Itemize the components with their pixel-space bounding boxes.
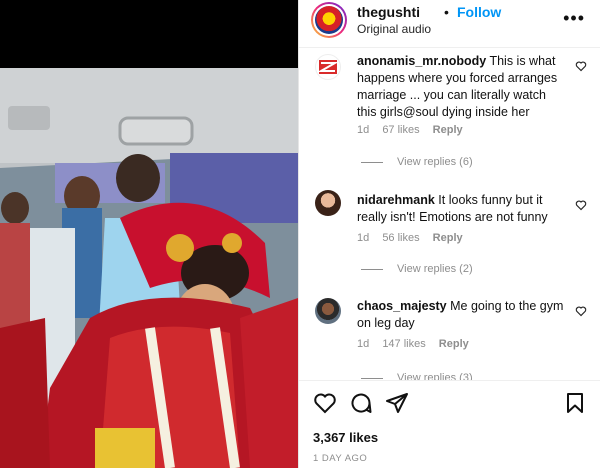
replies-divider xyxy=(361,161,383,163)
comment-username[interactable]: chaos_majesty xyxy=(357,299,447,313)
separator-dot: • xyxy=(444,4,449,20)
post-panel: thegushti • Follow Original audio ••• an… xyxy=(298,0,600,468)
commenter-avatar[interactable] xyxy=(315,298,341,324)
heart-icon[interactable] xyxy=(575,199,587,211)
view-replies-label: View replies (2) xyxy=(397,263,473,275)
comment-time: 1d xyxy=(357,232,370,244)
comment-time: 1d xyxy=(357,338,370,350)
post-timestamp: 1 DAY AGO xyxy=(313,453,368,464)
follow-button[interactable]: Follow xyxy=(457,4,501,20)
author-avatar[interactable] xyxy=(311,2,347,38)
reply-button[interactable]: Reply xyxy=(439,338,469,350)
comment-meta: 1d 56 likes Reply xyxy=(357,232,473,244)
video-frame xyxy=(0,68,298,468)
commenter-avatar[interactable] xyxy=(315,54,341,80)
comment-time: 1d xyxy=(357,124,370,136)
view-replies-button[interactable]: View replies (3) xyxy=(361,372,473,380)
comment-likes[interactable]: 56 likes xyxy=(382,232,419,244)
share-icon[interactable] xyxy=(385,391,409,415)
comment-likes[interactable]: 67 likes xyxy=(382,124,419,136)
video-player[interactable] xyxy=(0,0,298,468)
comments-list: anonamis_mr.nobody This is what happens … xyxy=(299,48,600,380)
likes-count[interactable]: 3,367 likes xyxy=(313,430,378,445)
post-header: thegushti • Follow Original audio ••• xyxy=(299,0,600,48)
comment-text: anonamis_mr.nobody This is what happens … xyxy=(357,53,567,121)
view-replies-label: View replies (3) xyxy=(397,372,473,380)
audio-link[interactable]: Original audio xyxy=(357,22,431,36)
comment-username[interactable]: nidarehmank xyxy=(357,193,435,207)
view-replies-label: View replies (6) xyxy=(397,156,473,168)
heart-icon[interactable] xyxy=(575,305,587,317)
comment-meta: 1d 147 likes Reply xyxy=(357,338,479,350)
commenter-avatar[interactable] xyxy=(315,190,341,216)
comment-meta: 1d 67 likes Reply xyxy=(357,124,473,136)
save-icon[interactable] xyxy=(563,391,587,415)
view-replies-button[interactable]: View replies (6) xyxy=(361,156,473,168)
heart-icon[interactable] xyxy=(575,60,587,72)
comment-username[interactable]: anonamis_mr.nobody xyxy=(357,54,486,68)
author-username[interactable]: thegushti xyxy=(357,4,420,20)
more-horizontal-icon[interactable]: ••• xyxy=(563,8,585,29)
comment-text: nidarehmank It looks funny but it really… xyxy=(357,192,567,226)
replies-divider xyxy=(361,377,383,379)
post-actions: 3,367 likes 1 DAY AGO xyxy=(299,380,600,468)
replies-divider xyxy=(361,268,383,270)
view-replies-button[interactable]: View replies (2) xyxy=(361,263,473,275)
heart-icon[interactable] xyxy=(313,391,337,415)
reply-button[interactable]: Reply xyxy=(433,124,463,136)
comment-icon[interactable] xyxy=(349,391,373,415)
comment-text: chaos_majesty Me going to the gym on leg… xyxy=(357,298,567,332)
comment-likes[interactable]: 147 likes xyxy=(382,338,425,350)
reply-button[interactable]: Reply xyxy=(433,232,463,244)
